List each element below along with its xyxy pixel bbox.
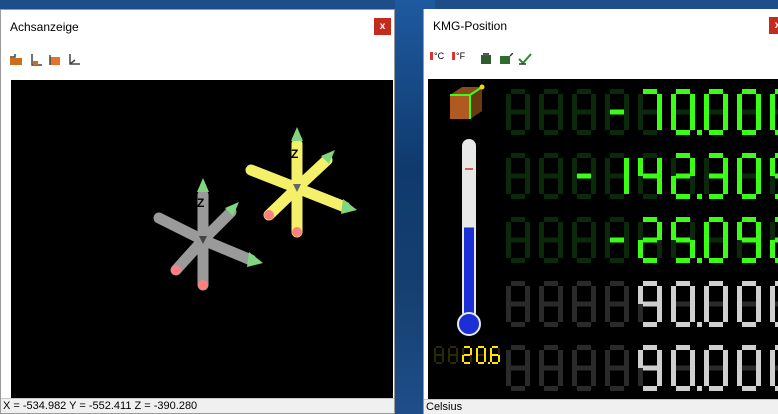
axis-window-titlebar[interactable]: Achsanzeige x (1, 10, 394, 43)
axis-coordinates-status: X = -534.982 Y = -552.411 Z = -390.280 (1, 398, 394, 413)
readout-a: 90.000 (506, 275, 778, 333)
temperature-display: 20.6 (434, 346, 500, 364)
seg-digit-blank (506, 153, 530, 199)
seg-digit (737, 89, 761, 135)
check-icon[interactable] (518, 53, 532, 65)
kmg-position-window: KMG-Position x °C °F Celsius (423, 9, 778, 414)
axis-cross-gray: Z (153, 178, 263, 291)
seg-digit (671, 345, 695, 391)
seg-decimal-point (697, 258, 702, 263)
unit-fahrenheit-icon[interactable]: °F (452, 51, 465, 61)
seg-digit (704, 217, 728, 263)
seg-digit-blank (506, 89, 530, 135)
seg-digit-blank (572, 345, 596, 391)
seg-digit (770, 217, 778, 263)
seg-decimal-point (697, 130, 702, 135)
kmg-window-close-button[interactable]: x (769, 17, 778, 34)
probe-icon[interactable] (479, 53, 493, 65)
cube-orientation-icon (450, 84, 485, 119)
seg-digit-blank (506, 217, 530, 263)
thermometer-gauge (457, 139, 481, 336)
seg-digit-blank (539, 217, 563, 263)
seg-digit (638, 281, 662, 327)
seg-digit (770, 345, 778, 391)
seg-digit (671, 217, 695, 263)
seg-digit-blank (539, 281, 563, 327)
kmg-status: Celsius (424, 399, 778, 414)
seg-digit (737, 153, 761, 199)
axis-window-title: Achsanzeige (10, 20, 79, 34)
seg-digit-blank (506, 281, 530, 327)
readout-x: -70.000 (506, 83, 778, 141)
axis-toolbar (1, 43, 394, 69)
seg-digit (770, 89, 778, 135)
seg-digit (671, 153, 695, 199)
seg-digit (770, 153, 778, 199)
seg-digit (490, 346, 500, 364)
axis-view-yz-icon[interactable] (29, 54, 43, 66)
kmg-toolbar: °C °F (424, 42, 778, 68)
axis-cross-yellow: Z (245, 127, 357, 238)
kmg-window-titlebar[interactable]: KMG-Position x (424, 9, 778, 42)
seg-digit (638, 345, 662, 391)
svg-text:Z: Z (197, 196, 204, 210)
axis-display-window: Achsanzeige x Z Z X = -534.982 Y = -552.… (0, 9, 395, 414)
axis-view-xy-icon[interactable] (49, 54, 63, 66)
seg-digit-blank (605, 345, 629, 391)
seg-digit-blank (572, 281, 596, 327)
thermometer-level (464, 227, 474, 319)
seg-digit (605, 153, 629, 199)
seg-digit (704, 153, 728, 199)
seg-digit (671, 281, 695, 327)
seg-digit (737, 281, 761, 327)
seg-decimal-point (488, 362, 490, 364)
seg-digit-blank (605, 281, 629, 327)
seg-digit (476, 346, 486, 364)
seg-digit-blank (434, 346, 444, 364)
readout-y: -142.305 (506, 147, 778, 205)
seg-digit-blank (572, 89, 596, 135)
seg-digit-blank (572, 217, 596, 263)
seg-digit (638, 89, 662, 135)
seg-digit (704, 89, 728, 135)
axis-view-iso-icon[interactable] (67, 54, 81, 66)
seg-digit (704, 345, 728, 391)
seg-digit-blank (539, 89, 563, 135)
seg-digit-blank (539, 153, 563, 199)
seg-digit (638, 153, 662, 199)
seg-digit (737, 345, 761, 391)
readout-z: -25.092 (506, 211, 778, 269)
seg-decimal-point (697, 322, 702, 327)
svg-text:Z: Z (291, 147, 298, 161)
seg-digit (737, 217, 761, 263)
kmg-display-panel: -70.000 -142.305 -25.092 90.000 90.000 20.6 (428, 79, 778, 399)
seg-decimal-point (697, 386, 702, 391)
probe-alt-icon[interactable] (499, 53, 513, 65)
seg-digit (462, 346, 472, 364)
axis-view-xz-icon[interactable] (9, 54, 23, 66)
seg-digit (671, 89, 695, 135)
seg-digit (605, 217, 629, 263)
seg-digit (572, 153, 596, 199)
axis-window-close-button[interactable]: x (374, 18, 391, 35)
axis-3d-viewport[interactable]: Z Z (11, 80, 393, 400)
unit-celsius-icon[interactable]: °C (430, 51, 444, 61)
seg-digit (605, 89, 629, 135)
seg-decimal-point (697, 194, 702, 199)
seg-digit (770, 281, 778, 327)
seg-digit (704, 281, 728, 327)
seg-digit (638, 217, 662, 263)
kmg-window-title: KMG-Position (433, 19, 508, 33)
seg-digit-blank (539, 345, 563, 391)
readout-b: 90.000 (506, 339, 778, 397)
seg-digit-blank (448, 346, 458, 364)
